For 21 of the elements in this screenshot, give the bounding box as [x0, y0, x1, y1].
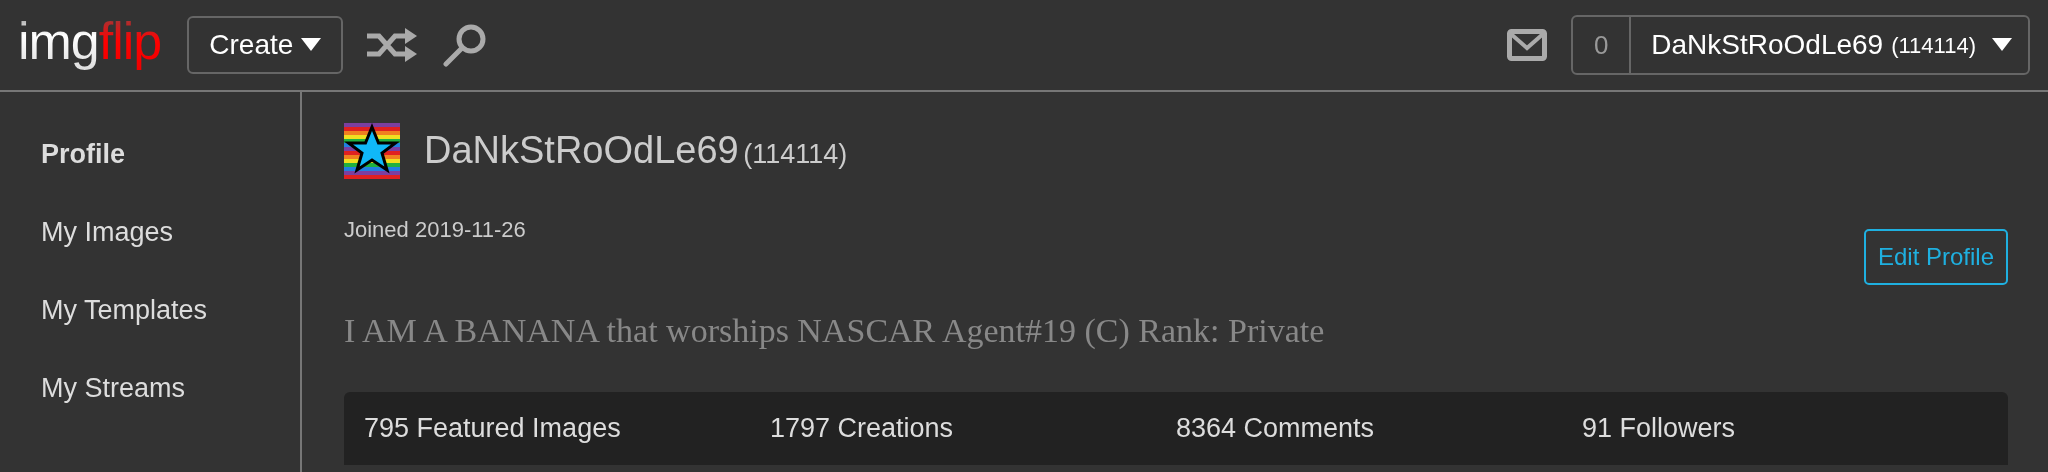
user-menu[interactable]: DaNkStRoOdLe69 (114114): [1631, 17, 2028, 73]
profile-bio: I AM A BANANA that worships NASCAR Agent#19 (C) Rank: Private: [344, 311, 1326, 351]
stat-count[interactable]: 1797 Creations: [770, 408, 1176, 449]
caret-icon: [1992, 38, 2012, 52]
profile-username: DaNkStRoOdLe69: [424, 129, 739, 171]
stat-count[interactable]: 8364 Comments: [1176, 408, 1582, 449]
stat-count[interactable]: 91 Followers: [1582, 408, 1988, 449]
avatar-icon: [344, 122, 400, 179]
notification-count[interactable]: 0: [1573, 17, 1632, 73]
sidebar-item[interactable]: My Streams: [0, 371, 300, 449]
stat-count[interactable]: 795 Featured Images: [364, 408, 770, 449]
sidebar-item[interactable]: My Images: [0, 215, 300, 293]
sidebar-item[interactable]: Profile: [0, 137, 300, 215]
profile-points: (114114): [743, 139, 848, 169]
sidebar-item[interactable]: My Templates: [0, 293, 300, 371]
caret-icon: [301, 38, 322, 52]
mail-icon[interactable]: [1507, 29, 1548, 61]
create-button[interactable]: Create: [187, 16, 344, 74]
search-icon[interactable]: [443, 23, 488, 67]
joined-date: Joined 2019-11-26: [344, 216, 526, 244]
edit-profile-button[interactable]: Edit Profile: [1863, 229, 2008, 285]
